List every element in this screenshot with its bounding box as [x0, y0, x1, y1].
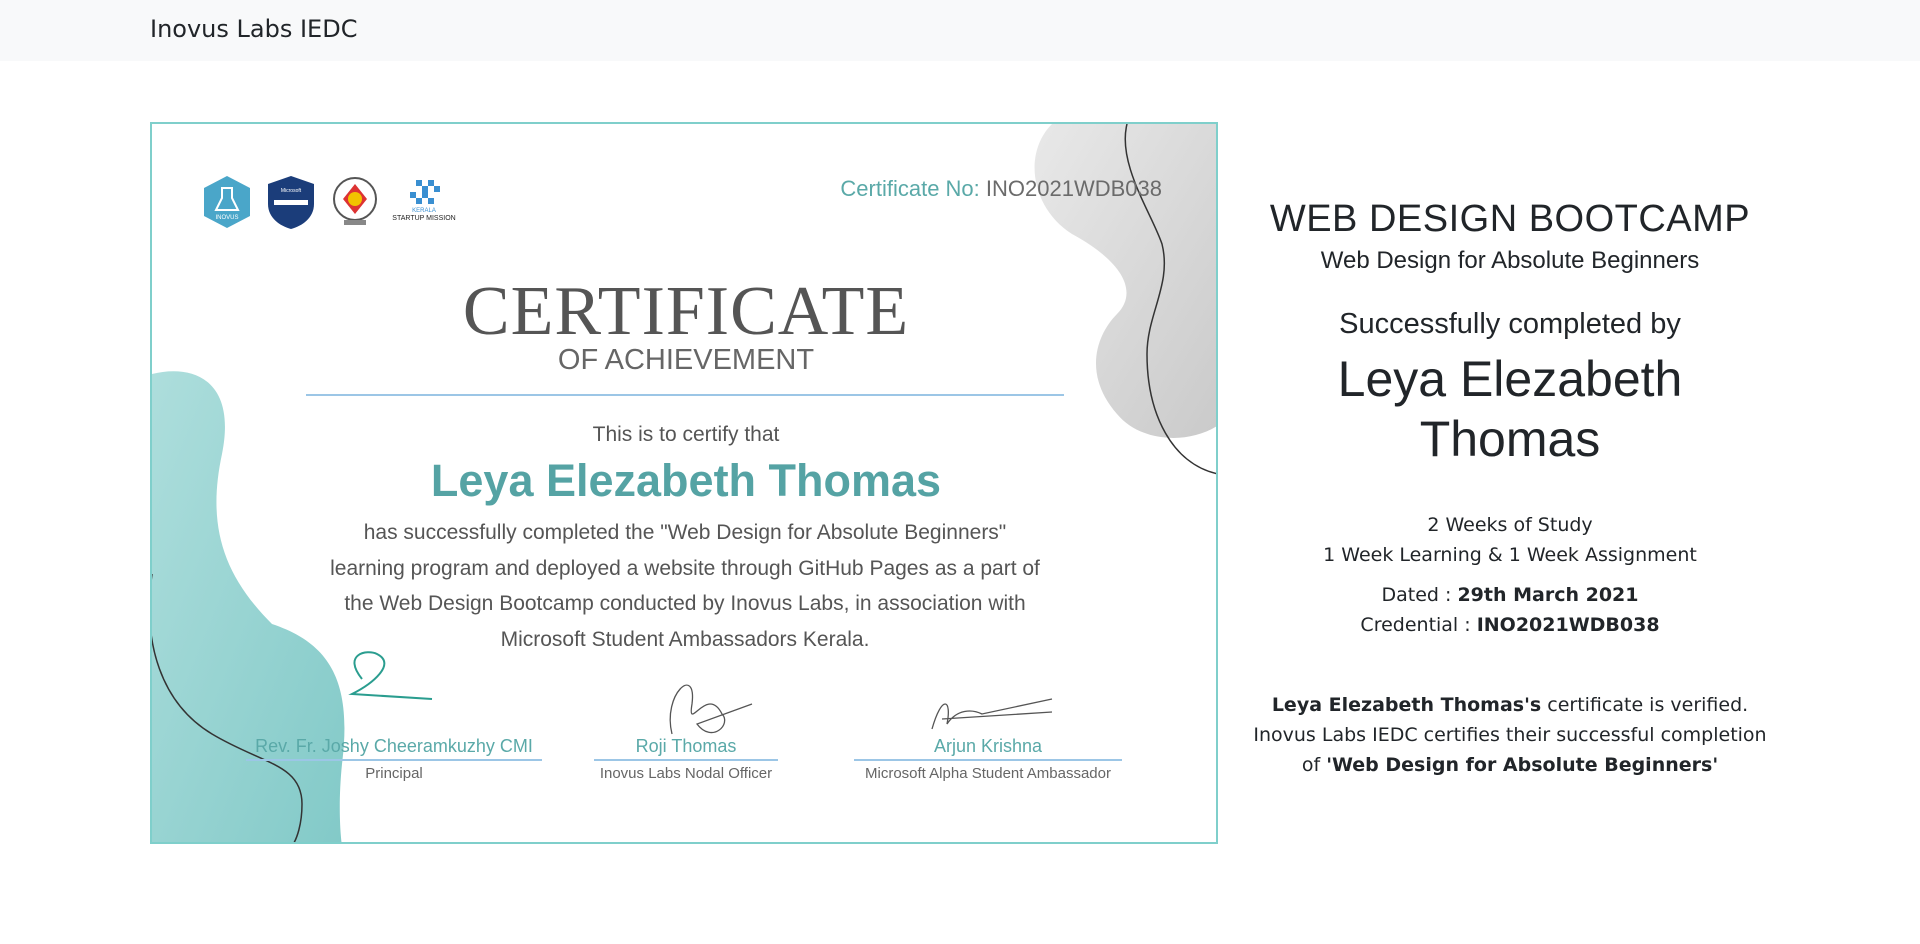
- credential-value: INO2021WDB038: [1476, 614, 1660, 636]
- verify-text: certificate is verified.: [1541, 694, 1749, 716]
- verify-recipient: Leya Elezabeth Thomas's: [1271, 694, 1542, 716]
- inovus-logo: INOVUS: [202, 174, 252, 234]
- certificate-body-line: has successfully completed the "Web Desi…: [363, 521, 1007, 544]
- certificate-number: Certificate No: INO2021WDB038: [840, 176, 1162, 202]
- certificate-image: INOVUS Microsoft KERALA STARTUP MISSION …: [150, 122, 1218, 844]
- signatory-role: Inovus Labs Nodal Officer: [599, 765, 773, 782]
- credential-row: Credential : INO2021WDB038: [1240, 610, 1780, 640]
- navbar: Inovus Labs IEDC: [0, 0, 1920, 61]
- certificate-number-label: Certificate No:: [840, 176, 980, 201]
- verify-course: 'Web Design for Absolute Beginners': [1326, 754, 1719, 776]
- verification-statement: Leya Elezabeth Thomas's certificate is v…: [1250, 690, 1770, 780]
- signatory-nodal-officer: Roji Thomas Inovus Labs Nodal Officer: [594, 736, 778, 782]
- signatory-principal: Rev. Fr. Joshy Cheeramkuzhy CMI Principa…: [246, 736, 542, 782]
- signatory-role: Microsoft Alpha Student Ambassador: [865, 765, 1111, 782]
- course-subtitle: Web Design for Absolute Beginners: [1320, 247, 1700, 274]
- certificate-details: WEB DESIGN BOOTCAMP Web Design for Absol…: [1240, 196, 1780, 780]
- completed-by-label: Successfully completed by: [1339, 308, 1681, 340]
- svg-text:Microsoft: Microsoft: [281, 188, 302, 194]
- svg-text:INOVUS: INOVUS: [215, 215, 238, 221]
- dated-value: 29th March 2021: [1457, 584, 1639, 606]
- signatory-student-ambassador: Arjun Krishna Microsoft Alpha Student Am…: [854, 736, 1122, 782]
- study-details: 2 Weeks of Study 1 Week Learning & 1 Wee…: [1240, 510, 1780, 570]
- certificate-body-line: Microsoft Student Ambassadors Kerala.: [500, 627, 870, 651]
- certificate-subtitle: OF ACHIEVEMENT: [557, 344, 815, 376]
- credential-meta: Dated : 29th March 2021 Credential : INO…: [1240, 580, 1780, 640]
- kerala-startup-mission-logo: KERALA STARTUP MISSION: [386, 176, 462, 228]
- microsoft-learn-student-ambassadors-logo: Microsoft: [266, 174, 316, 234]
- signatory-name: Arjun Krishna: [854, 736, 1122, 761]
- certificate-recipient-name: Leya Elezabeth Thomas: [430, 455, 942, 506]
- signatory-role: Principal: [365, 765, 423, 782]
- navbar-brand[interactable]: Inovus Labs IEDC: [150, 15, 357, 43]
- study-duration: 2 Weeks of Study: [1427, 514, 1593, 536]
- dated-row: Dated : 29th March 2021: [1240, 580, 1780, 610]
- certificate-divider: [306, 394, 1064, 396]
- certificate-number-value: INO2021WDB038: [985, 176, 1162, 201]
- certificate-body-line: learning program and deployed a website …: [330, 556, 1040, 580]
- svg-text:KERALA: KERALA: [412, 208, 436, 214]
- certificate-intro: This is to certify that: [592, 423, 780, 446]
- college-emblem-logo: [332, 176, 378, 232]
- course-title: WEB DESIGN BOOTCAMP: [1269, 198, 1751, 240]
- certificate-body-line: the Web Design Bootcamp conducted by Ino…: [344, 592, 1026, 615]
- signatory-name: Roji Thomas: [594, 736, 778, 761]
- dated-label: Dated :: [1381, 584, 1458, 606]
- recipient-name: Leya Elezabeth Thomas: [1337, 351, 1683, 467]
- certificate-body: has successfully completed the "Web Desi…: [272, 515, 1098, 657]
- study-breakdown: 1 Week Learning & 1 Week Assignment: [1323, 544, 1697, 566]
- credential-label: Credential :: [1360, 614, 1477, 636]
- svg-text:STARTUP MISSION: STARTUP MISSION: [392, 215, 455, 222]
- signatory-name: Rev. Fr. Joshy Cheeramkuzhy CMI: [246, 736, 542, 761]
- certificate-title: CERTIFICATE: [462, 273, 910, 350]
